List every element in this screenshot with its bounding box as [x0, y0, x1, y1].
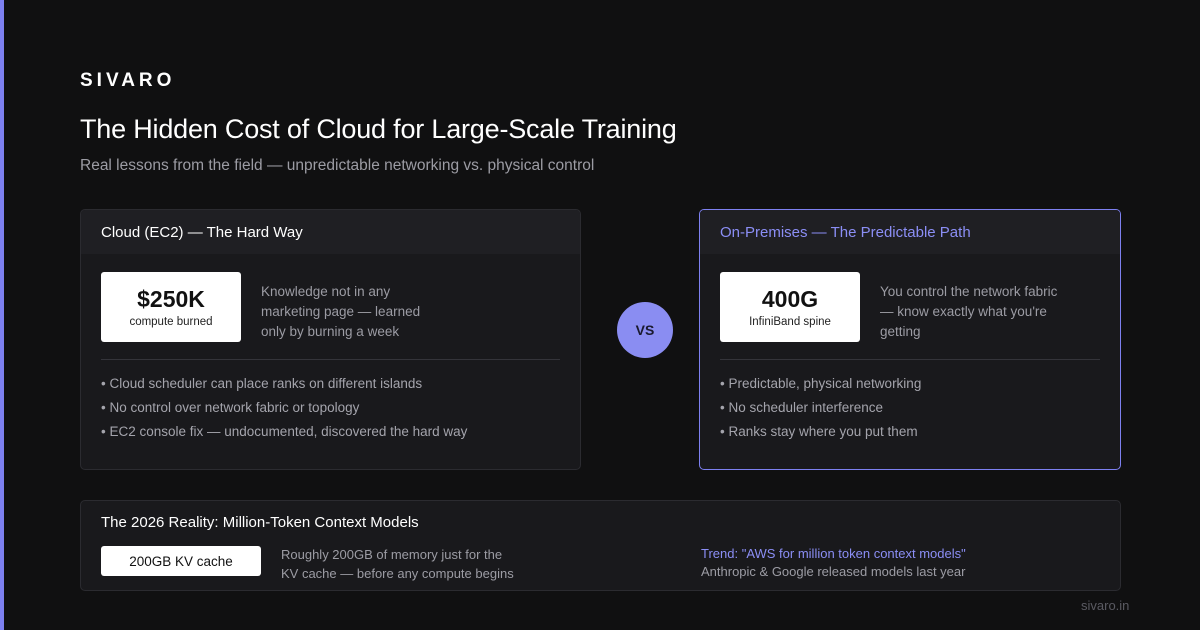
vs-badge: VS	[617, 302, 673, 358]
cloud-bullet-list: • Cloud scheduler can place ranks on dif…	[81, 360, 580, 444]
onprem-stat-box: 400G InfiniBand spine	[720, 272, 860, 342]
list-item: • No control over network fabric or topo…	[101, 400, 360, 415]
onprem-card-header: On-Premises — The Predictable Path	[700, 210, 1120, 254]
reality-panel: The 2026 Reality: Million-Token Context …	[80, 500, 1121, 591]
onprem-stat-description: You control the network fabric — know ex…	[880, 284, 1058, 339]
cloud-stat-box: $250K compute burned	[101, 272, 241, 342]
brand-logo: SIVARO	[80, 70, 176, 91]
cloud-card: Cloud (EC2) — The Hard Way $250K compute…	[80, 209, 581, 470]
onprem-stat-row: 400G InfiniBand spine You control the ne…	[700, 254, 1120, 359]
list-item: • Predictable, physical networking	[720, 376, 922, 391]
list-item: • No scheduler interference	[720, 400, 884, 415]
left-accent-bar	[0, 0, 4, 630]
trend-quote: Trend: "AWS for million token context mo…	[701, 546, 966, 561]
cloud-stat-value: $250K	[137, 286, 205, 312]
trend-note: Anthropic & Google released models last …	[701, 564, 966, 579]
onprem-card: On-Premises — The Predictable Path 400G …	[699, 209, 1121, 470]
list-item: • Cloud scheduler can place ranks on dif…	[101, 376, 423, 391]
page-title: The Hidden Cost of Cloud for Large-Scale…	[80, 114, 677, 144]
cloud-stat-row: $250K compute burned Knowledge not in an…	[81, 254, 580, 359]
footer-domain: sivaro.in	[1081, 598, 1130, 613]
cloud-stat-label: compute burned	[129, 316, 213, 328]
onprem-stat-value: 400G	[761, 286, 819, 312]
cloud-card-header: Cloud (EC2) — The Hard Way	[81, 210, 580, 254]
kv-cache-description: Roughly 200GB of memory just for the KV …	[281, 547, 514, 581]
list-item: • Ranks stay where you put them	[720, 424, 918, 439]
reality-title: The 2026 Reality: Million-Token Context …	[101, 514, 419, 531]
kv-cache-badge: 200GB KV cache	[101, 546, 261, 576]
onprem-stat-label: InfiniBand spine	[749, 316, 831, 328]
cloud-stat-description: Knowledge not in any marketing page — le…	[261, 284, 421, 339]
onprem-bullet-list: • Predictable, physical networking • No …	[700, 360, 1120, 444]
page-subtitle: Real lessons from the field — unpredicta…	[80, 157, 595, 174]
list-item: • EC2 console fix — undocumented, discov…	[101, 424, 468, 439]
